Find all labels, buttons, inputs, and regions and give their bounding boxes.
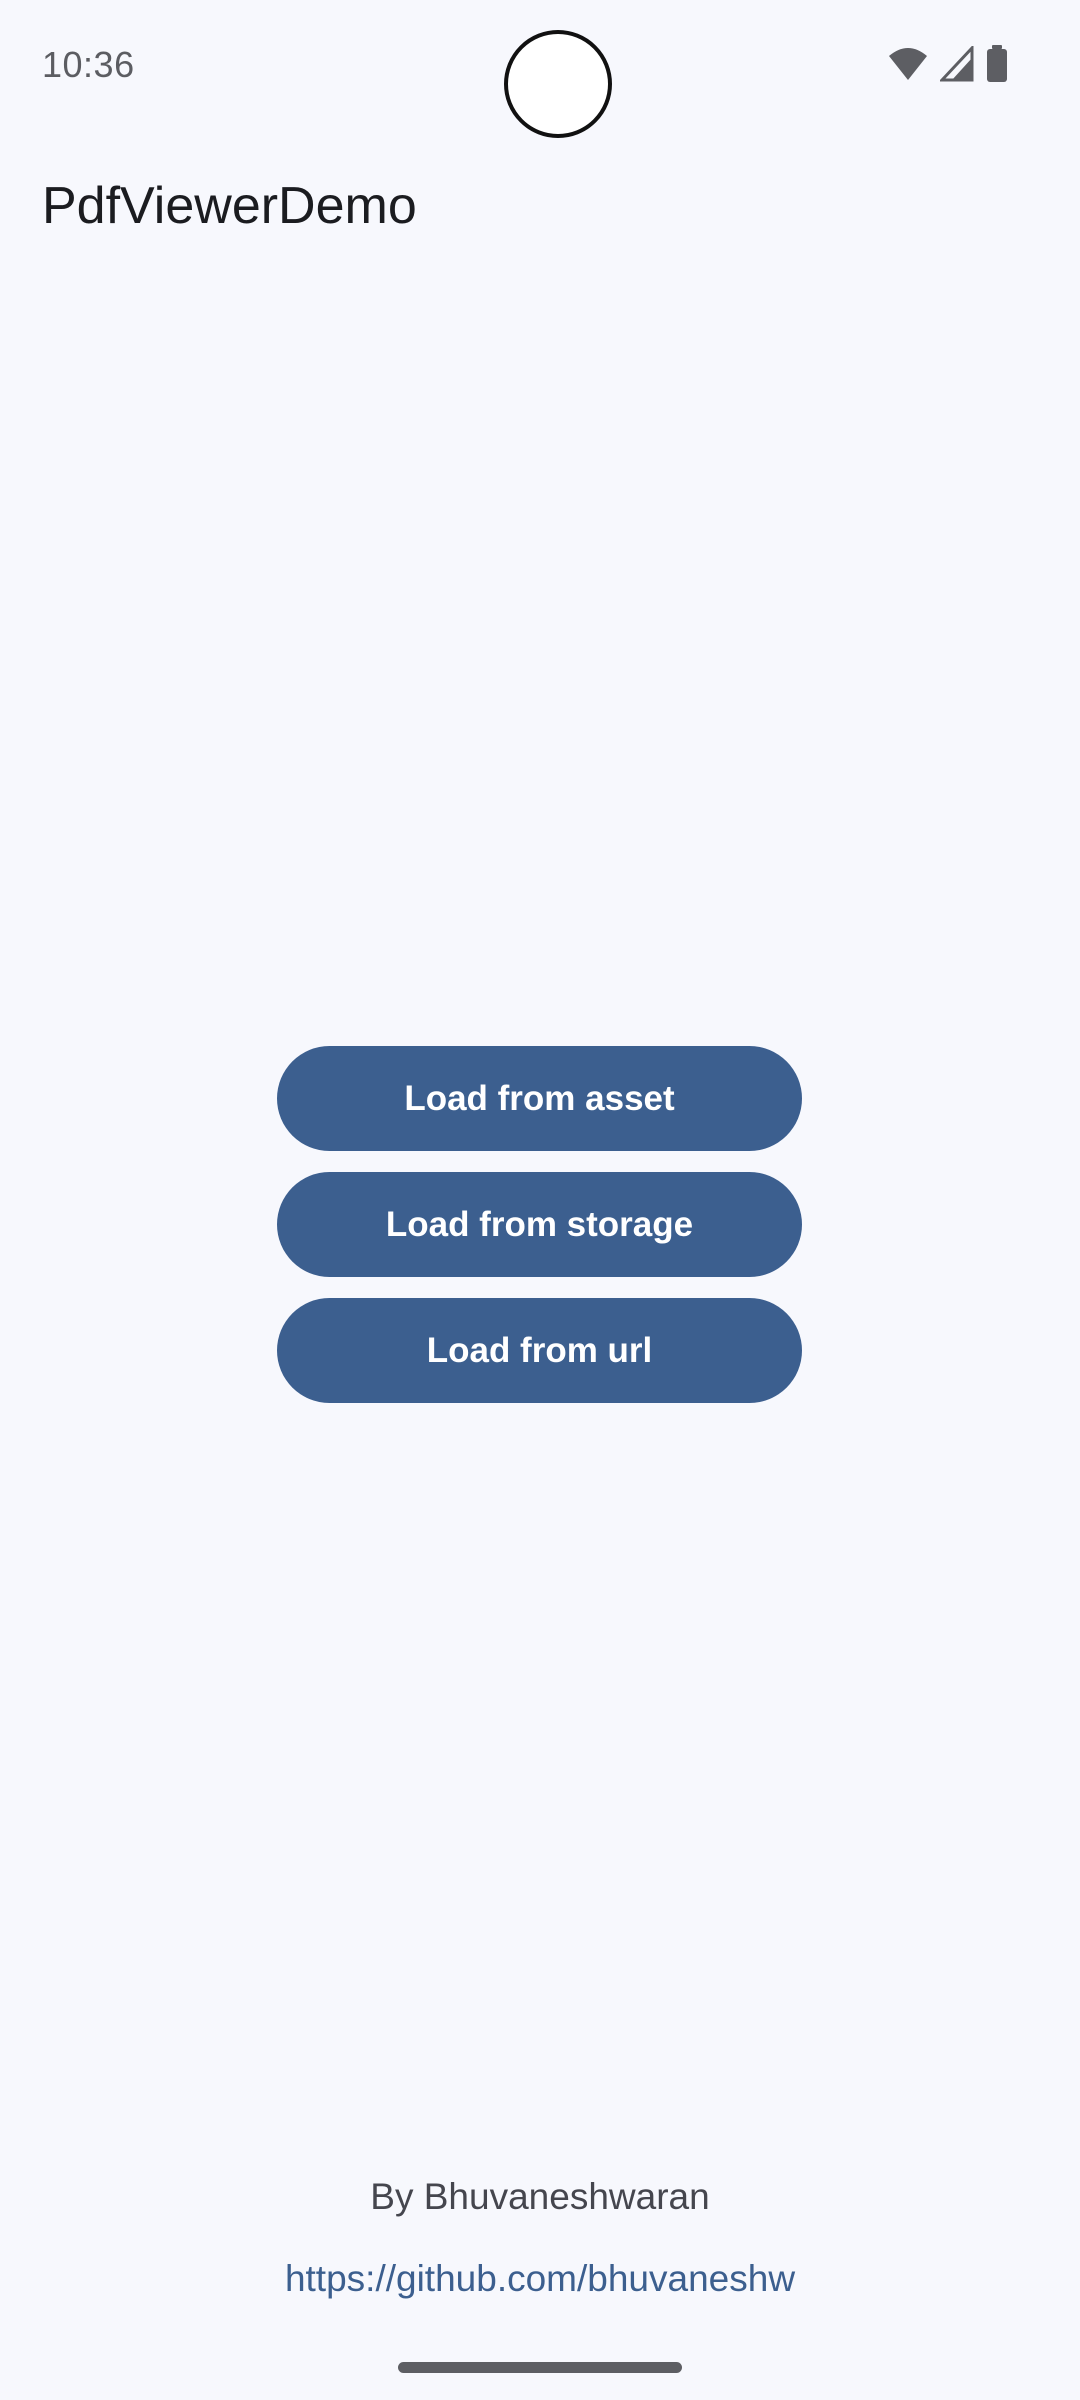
front-camera-cutout xyxy=(504,30,612,138)
load-from-asset-button[interactable]: Load from asset xyxy=(277,1046,802,1151)
cellular-signal-icon xyxy=(938,43,974,87)
status-icons xyxy=(888,43,1008,88)
status-time: 10:36 xyxy=(42,44,135,85)
battery-icon xyxy=(986,44,1008,88)
load-from-url-button[interactable]: Load from url xyxy=(277,1298,802,1403)
app-title: PdfViewerDemo xyxy=(42,177,417,235)
github-link[interactable]: https://github.com/bhuvaneshw xyxy=(0,2258,1080,2300)
status-bar: 10:36 xyxy=(0,0,1080,138)
app-screen: 10:36 PdfViewerDemo Load from asset Load… xyxy=(0,0,1080,2400)
wifi-icon xyxy=(888,46,928,87)
author-credit: By Bhuvaneshwaran xyxy=(370,2176,710,2217)
load-from-storage-button[interactable]: Load from storage xyxy=(277,1172,802,1277)
gesture-navigation-handle[interactable] xyxy=(398,2362,682,2373)
